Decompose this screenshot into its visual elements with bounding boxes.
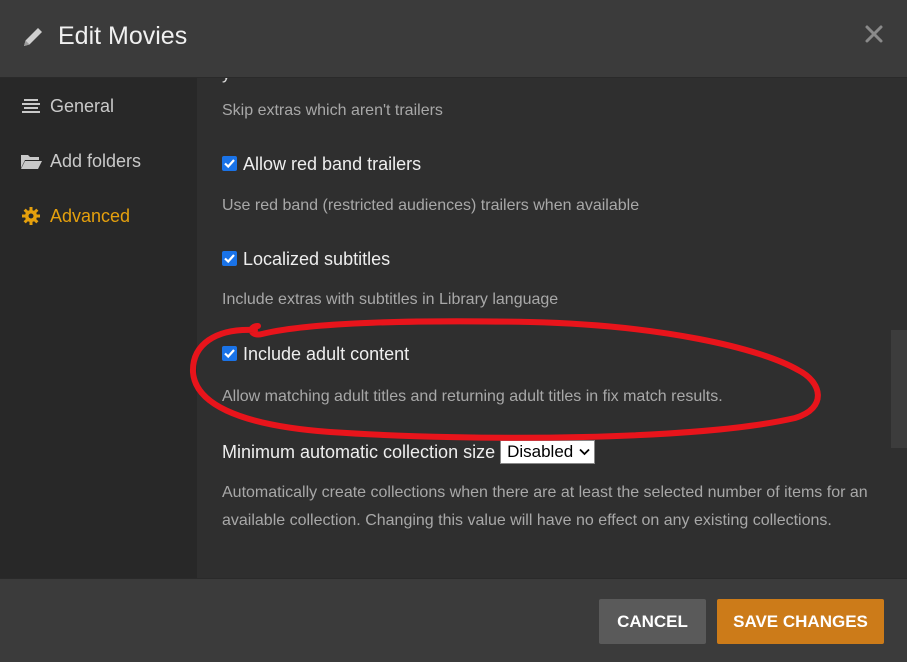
adult-content-description: Allow matching adult titles and returnin…: [222, 388, 723, 405]
sidebar-item-label: Add folders: [50, 150, 142, 171]
adult-content-checkbox[interactable]: Include adult content: [222, 344, 409, 365]
localized-subtitles-label: Localized subtitles: [243, 249, 391, 269]
checkbox-checked-icon[interactable]: [222, 346, 237, 361]
collection-size-description: Automatically create collections when th…: [222, 484, 868, 529]
sidebar-item-label: Advanced: [50, 205, 131, 226]
dialog-header: Edit Movies: [0, 0, 907, 78]
localized-subtitles-description: Include extras with subtitles in Library…: [222, 291, 559, 308]
sidebar-item-label: General: [50, 95, 115, 116]
sidebar-item-general[interactable]: General: [20, 91, 114, 121]
checkbox-checked-icon[interactable]: [222, 156, 237, 171]
dialog-title: Edit Movies: [58, 22, 188, 50]
pencil-icon: [24, 28, 42, 46]
red-band-trailers-checkbox[interactable]: Allow red band trailers: [222, 154, 421, 175]
skip-extras-description: Skip extras which aren't trailers: [222, 102, 443, 119]
settings-panel: y Skip extras which aren't trailers Allo…: [197, 78, 907, 578]
checkbox-checked-icon[interactable]: [222, 251, 237, 266]
sidebar-item-add-folders[interactable]: Add folders: [20, 146, 141, 176]
dialog-footer: CANCEL SAVE CHANGES: [0, 578, 907, 662]
collection-size-value: Disabled: [507, 442, 574, 461]
sidebar: General Add folders Advanced: [0, 78, 197, 578]
chevron-down-icon: [579, 448, 590, 456]
adult-content-label: Include adult content: [243, 344, 410, 364]
truncated-setting-label: y: [222, 78, 231, 84]
scrollbar-thumb[interactable]: [891, 330, 907, 448]
collection-size-row: Minimum automatic collection size Disabl…: [222, 440, 596, 464]
close-icon[interactable]: [862, 22, 886, 46]
save-changes-button[interactable]: SAVE CHANGES: [717, 599, 884, 644]
collection-size-select[interactable]: Disabled: [500, 440, 596, 464]
list-icon: [20, 96, 42, 116]
folder-icon: [20, 151, 42, 171]
localized-subtitles-checkbox[interactable]: Localized subtitles: [222, 249, 390, 270]
gear-icon: [20, 206, 42, 226]
red-band-trailers-description: Use red band (restricted audiences) trai…: [222, 197, 640, 214]
sidebar-item-advanced[interactable]: Advanced: [20, 201, 130, 231]
red-band-trailers-label: Allow red band trailers: [243, 154, 422, 174]
collection-size-label: Minimum automatic collection size: [222, 441, 496, 462]
cancel-button[interactable]: CANCEL: [599, 599, 706, 644]
